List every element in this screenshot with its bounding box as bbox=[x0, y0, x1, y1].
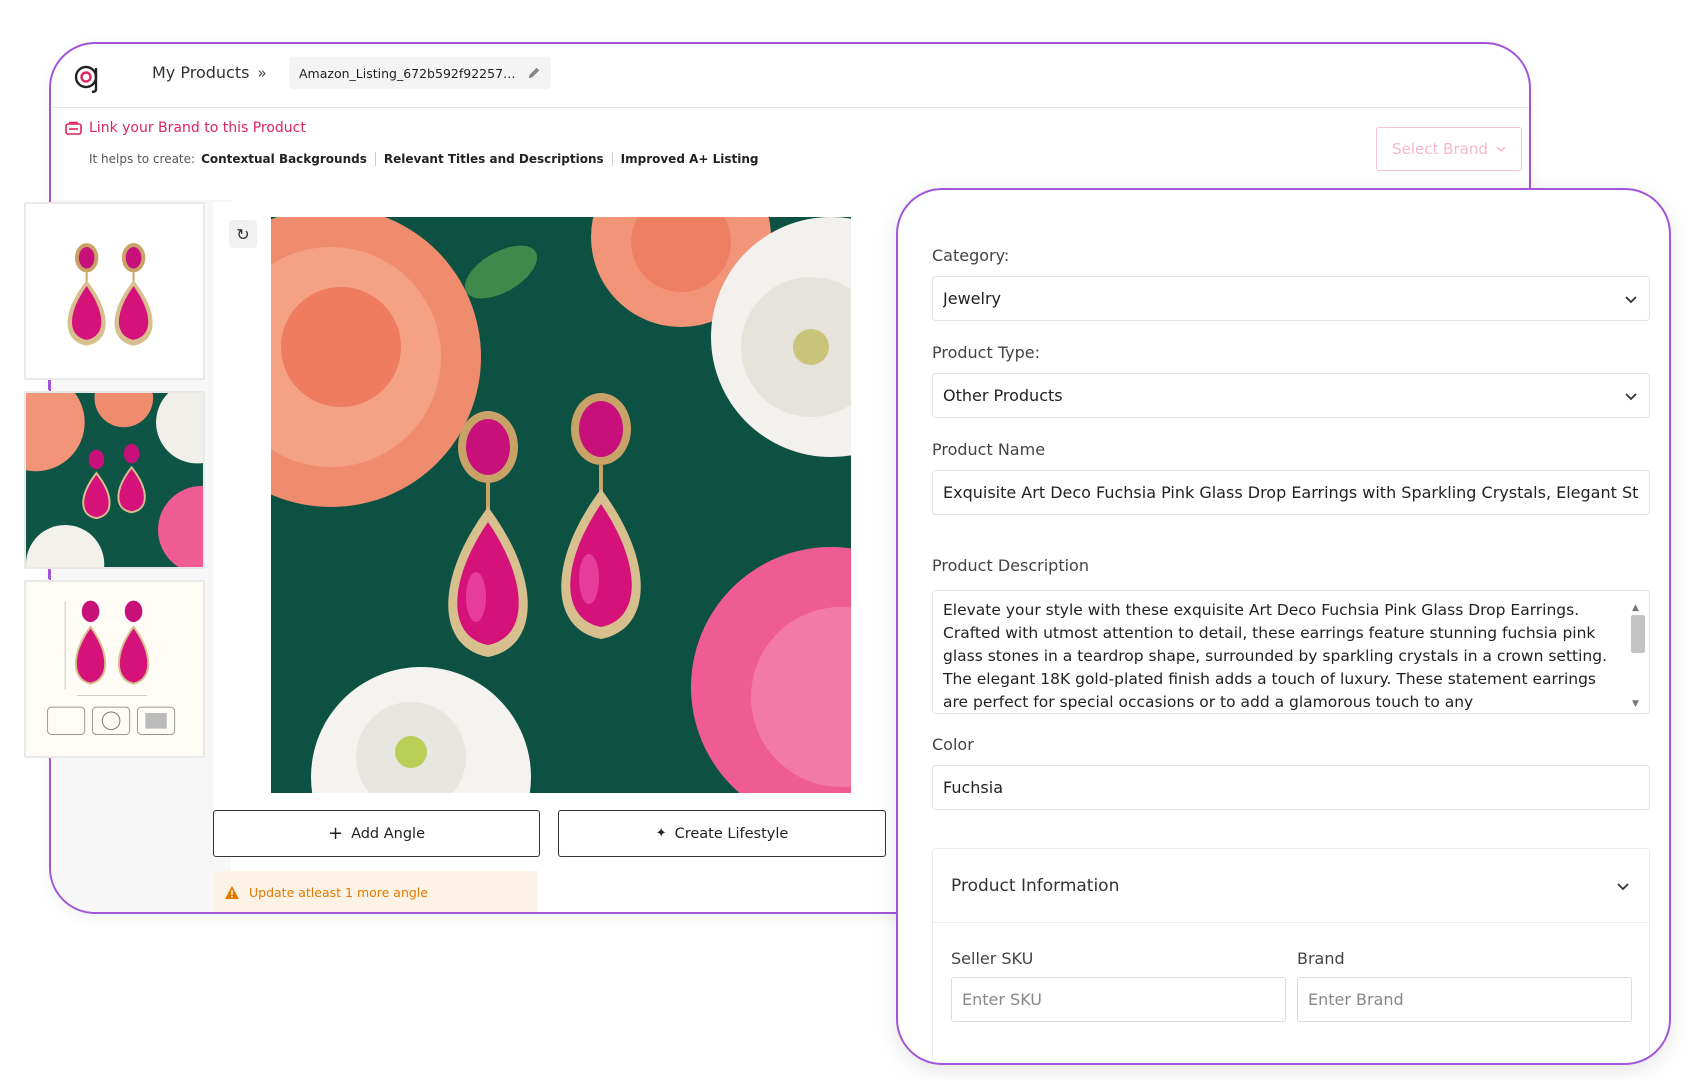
category-value: Jewelry bbox=[943, 289, 1001, 308]
product-description-textarea[interactable]: Elevate your style with these exquisite … bbox=[932, 590, 1650, 714]
warning-icon bbox=[225, 885, 239, 899]
product-type-label: Product Type: bbox=[932, 343, 1040, 362]
select-brand-dropdown[interactable]: Select Brand bbox=[1376, 127, 1522, 171]
seller-sku-label: Seller SKU bbox=[951, 949, 1034, 968]
description-scrollbar[interactable]: ▲ ▼ bbox=[1627, 593, 1647, 711]
brand-input[interactable]: Enter Brand bbox=[1297, 977, 1632, 1022]
brand-benefits: It helps to create: Contextual Backgroun… bbox=[89, 152, 767, 166]
product-information-header[interactable]: Product Information bbox=[933, 849, 1649, 923]
brand-label: Brand bbox=[1297, 949, 1345, 968]
product-type-select[interactable]: Other Products bbox=[932, 373, 1650, 418]
plus-icon: + bbox=[327, 823, 344, 844]
chevron-down-icon bbox=[1496, 146, 1506, 153]
category-select[interactable]: Jewelry bbox=[932, 276, 1650, 321]
app-logo-icon[interactable] bbox=[71, 60, 105, 94]
breadcrumb[interactable]: My Products » bbox=[152, 63, 267, 82]
scroll-down-icon[interactable]: ▼ bbox=[1632, 693, 1639, 713]
product-information-title: Product Information bbox=[951, 875, 1120, 896]
color-value: Fuchsia bbox=[943, 778, 1003, 797]
color-input[interactable]: Fuchsia bbox=[932, 765, 1650, 810]
thumbnail-1[interactable] bbox=[24, 202, 205, 380]
thumbnail-connector bbox=[48, 569, 50, 579]
thumbnail-2[interactable] bbox=[24, 391, 205, 569]
angle-warning: Update atleast 1 more angle bbox=[213, 871, 538, 912]
listing-name: Amazon_Listing_672b592f92257a2... bbox=[299, 65, 519, 81]
brand-placeholder: Enter Brand bbox=[1308, 990, 1404, 1009]
create-lifestyle-label: Create Lifestyle bbox=[674, 825, 789, 842]
benefit-item: Contextual Backgrounds bbox=[201, 152, 367, 166]
chevron-double-right-icon: » bbox=[257, 63, 267, 82]
product-name-value: Exquisite Art Deco Fuchsia Pink Glass Dr… bbox=[943, 483, 1639, 502]
product-description-text: Elevate your style with these exquisite … bbox=[943, 601, 1608, 711]
product-details-card: Category: Jewelry Product Type: Other Pr… bbox=[896, 188, 1671, 1065]
scrollbar-thumb[interactable] bbox=[1631, 615, 1645, 653]
select-brand-label: Select Brand bbox=[1392, 140, 1488, 158]
product-name-label: Product Name bbox=[932, 440, 1046, 459]
link-brand-link[interactable]: Link your Brand to this Product bbox=[65, 120, 306, 136]
helps-prefix: It helps to create: bbox=[89, 152, 196, 166]
seller-sku-input[interactable]: Enter SKU bbox=[951, 977, 1286, 1022]
warning-text: Update atleast 1 more angle bbox=[249, 884, 428, 900]
category-label: Category: bbox=[932, 246, 1010, 265]
breadcrumb-my-products[interactable]: My Products bbox=[152, 63, 249, 82]
benefit-item: Improved A+ Listing bbox=[611, 152, 767, 166]
color-label: Color bbox=[932, 735, 974, 754]
thumbnail-3[interactable] bbox=[24, 580, 205, 758]
top-bar: My Products » Amazon_Listing_672b592f922… bbox=[51, 44, 1529, 108]
chevron-down-icon bbox=[1625, 392, 1637, 400]
pencil-icon[interactable] bbox=[527, 66, 541, 80]
brand-link-icon bbox=[65, 121, 82, 135]
seller-sku-placeholder: Enter SKU bbox=[962, 990, 1042, 1009]
listing-name-chip[interactable]: Amazon_Listing_672b592f92257a2... bbox=[289, 57, 551, 89]
product-description-label: Product Description bbox=[932, 556, 1089, 575]
add-angle-button[interactable]: + Add Angle bbox=[213, 810, 540, 857]
benefit-item: Relevant Titles and Descriptions bbox=[374, 152, 612, 166]
product-information-section: Product Information Seller SKU Enter SKU… bbox=[932, 848, 1650, 1063]
reload-icon[interactable]: ↻ bbox=[229, 220, 257, 248]
sparkle-icon: ✦ bbox=[655, 826, 667, 841]
link-brand-text[interactable]: Link your Brand to this Product bbox=[89, 120, 306, 136]
product-hero-image bbox=[271, 217, 851, 793]
product-name-input[interactable]: Exquisite Art Deco Fuchsia Pink Glass Dr… bbox=[932, 470, 1650, 515]
chevron-down-icon bbox=[1617, 882, 1629, 890]
thumbnail-connector bbox=[48, 380, 50, 390]
product-type-value: Other Products bbox=[943, 386, 1063, 405]
chevron-down-icon bbox=[1625, 295, 1637, 303]
add-angle-label: Add Angle bbox=[351, 825, 426, 842]
create-lifestyle-button[interactable]: ✦ Create Lifestyle bbox=[558, 810, 886, 857]
